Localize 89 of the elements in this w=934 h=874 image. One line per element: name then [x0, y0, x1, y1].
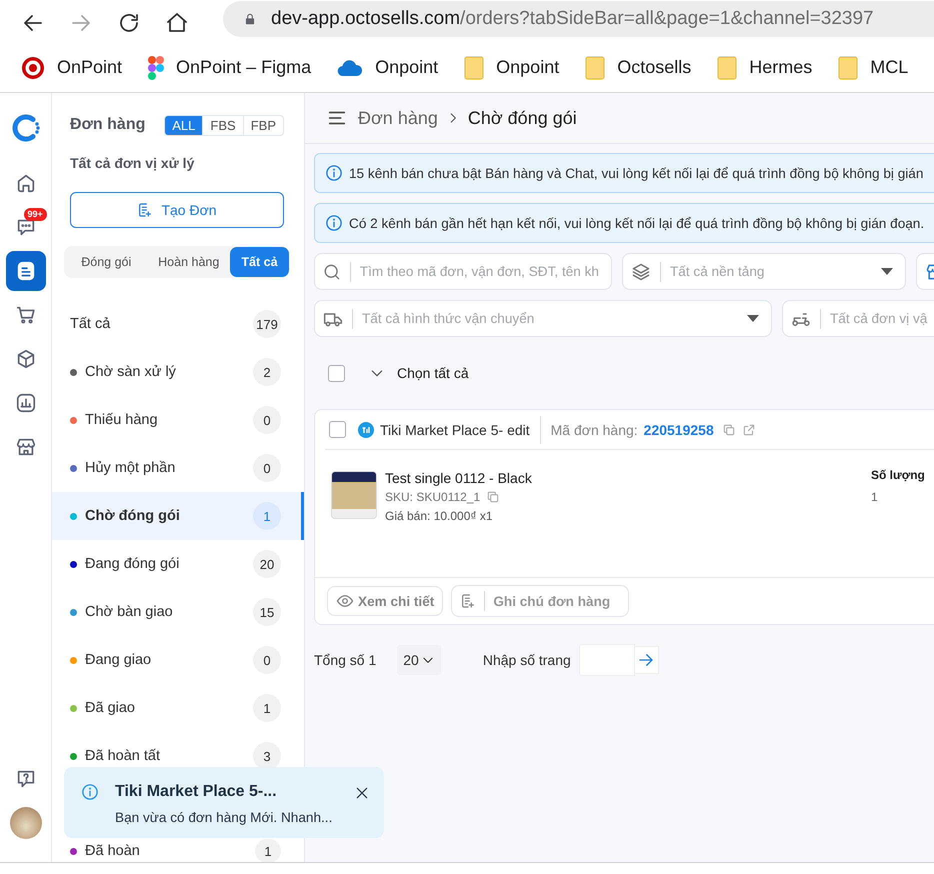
nav-item[interactable]: 99+ [6, 207, 46, 247]
count-badge: 1 [253, 694, 281, 722]
product-photo-placeholder [331, 471, 377, 519]
status-item[interactable]: Đang đóng gói 20 [52, 540, 304, 588]
info-icon [325, 214, 343, 232]
count-badge: 179 [253, 310, 281, 338]
layers-icon [631, 262, 651, 282]
cart-icon [14, 304, 36, 326]
bookmark[interactable]: MCL [838, 56, 908, 80]
store-icon [14, 436, 36, 458]
sidebar-title: Đơn hàng [70, 116, 146, 134]
select-all-label[interactable]: Chọn tất cả [397, 365, 469, 381]
count-badge: 0 [253, 646, 281, 674]
eye-icon [336, 592, 354, 610]
folder-icon [717, 56, 738, 80]
info-icon [81, 783, 99, 801]
quantity-heading: Số lượng [871, 468, 925, 482]
bar-chart-icon [14, 392, 36, 414]
copy-icon [722, 422, 736, 436]
note-edit-icon [460, 593, 476, 609]
cloud-icon [337, 58, 364, 76]
folder-icon [585, 56, 606, 80]
banner-text: 15 kênh bán chưa bật Bán hàng và Chat, vui lòng kết nối lại để quá trình đồng bộ không bị gián [349, 166, 924, 180]
target-icon [21, 56, 45, 80]
order-number-label: Mã đơn hàng: [550, 422, 638, 438]
home-icon [165, 10, 189, 34]
arrow-right-icon [637, 651, 656, 669]
info-icon [325, 164, 343, 182]
count-badge: 0 [253, 406, 281, 434]
status-item[interactable]: Chờ đóng gói 1 [52, 492, 304, 540]
status-item[interactable]: Hủy một phần 0 [52, 444, 304, 492]
count-badge: 0 [253, 454, 281, 482]
banner-text: Có 2 kênh bán gần hết hạn kết nối, vui lòng kết nối lại để quá trình đồng bộ không bị gián đoạn. [349, 216, 924, 230]
status-tab[interactable]: Hoàn hàng [148, 247, 230, 277]
shop-name: Tiki Market Place 5- edit [380, 422, 530, 438]
status-tab[interactable]: Tất cả [230, 247, 289, 277]
processing-unit-label: Tất cả đơn vị xử lý [70, 155, 196, 171]
status-item[interactable]: Tất cả 179 [52, 300, 304, 348]
product-name: Test single 0112 - Black [385, 470, 533, 486]
external-link-icon [742, 422, 756, 436]
bookmark[interactable]: Hermes [717, 56, 812, 80]
page-input-label: Nhập số trang [482, 652, 571, 668]
count-badge: 15 [253, 598, 281, 626]
price-text: Giá bán: 10.000₫ x1 [385, 509, 494, 523]
url-text: dev-app.octosells.com/orders?tabSideBar=all&page=1&channel=32397 [271, 8, 874, 30]
scope-tab[interactable]: ALL [165, 116, 202, 134]
status-item[interactable]: Thiếu hàng 0 [52, 396, 304, 444]
bookmark[interactable]: OnPoint – Figma [148, 56, 312, 80]
folder-icon [464, 56, 484, 80]
app-logo-icon [10, 113, 40, 143]
status-item[interactable]: Đã giao 1 [52, 684, 304, 732]
create-order-button[interactable]: Tạo Đơn [70, 192, 284, 228]
bookmark[interactable]: Onpoint [337, 57, 438, 78]
count-badge: 2 [253, 358, 281, 386]
toast-title: Tiki Market Place 5-... [115, 783, 278, 801]
bookmark[interactable]: Octosells [585, 56, 692, 80]
status-item[interactable]: Đang giao 0 [52, 636, 304, 684]
status-item[interactable]: Chờ sàn xử lý 2 [52, 348, 304, 396]
count-badge: 20 [253, 550, 281, 578]
page-size-select[interactable]: 20 [397, 645, 441, 675]
unread-badge: 99+ [24, 208, 47, 221]
breadcrumb-current: Chờ đóng gói [468, 108, 577, 128]
breadcrumb-link[interactable]: Đơn hàng [358, 108, 438, 128]
order-number-link[interactable]: 220519258 [644, 422, 714, 438]
sku-text: SKU: SKU0112_1 [385, 490, 480, 504]
address-bar[interactable]: dev-app.octosells.com/orders?tabSideBar=all&page=1&channel=32397 [223, 0, 934, 36]
nav-item[interactable] [6, 251, 46, 291]
scope-tab[interactable]: FBS [202, 116, 243, 134]
total-count: Tổng số 1 [314, 652, 376, 668]
count-badge: 1 [253, 502, 281, 530]
folder-icon [838, 56, 858, 80]
copy-icon [486, 490, 500, 504]
quantity-value: 1 [871, 490, 879, 504]
close-icon [354, 785, 370, 801]
count-badge: 1 [255, 839, 281, 862]
shop-logo-icon [358, 422, 374, 438]
bookmark[interactable]: OnPoint [21, 56, 122, 80]
close-button[interactable] [354, 785, 370, 801]
view-details-button[interactable]: Xem chi tiết [327, 586, 444, 616]
scope-tab[interactable]: FBP [242, 116, 283, 134]
note-add-icon [137, 202, 154, 218]
toast-message: Bạn vừa có đơn hàng Mới. Nhanh... [115, 810, 334, 825]
checkbox[interactable] [329, 421, 346, 438]
select-all-checkbox[interactable] [328, 364, 345, 382]
status-tab[interactable]: Đóng gói [65, 247, 148, 277]
status-item[interactable]: Chờ bàn giao 15 [52, 588, 304, 636]
go-page-button[interactable] [634, 646, 659, 674]
figma-icon [148, 56, 164, 80]
bookmark[interactable]: Onpoint [464, 56, 560, 80]
